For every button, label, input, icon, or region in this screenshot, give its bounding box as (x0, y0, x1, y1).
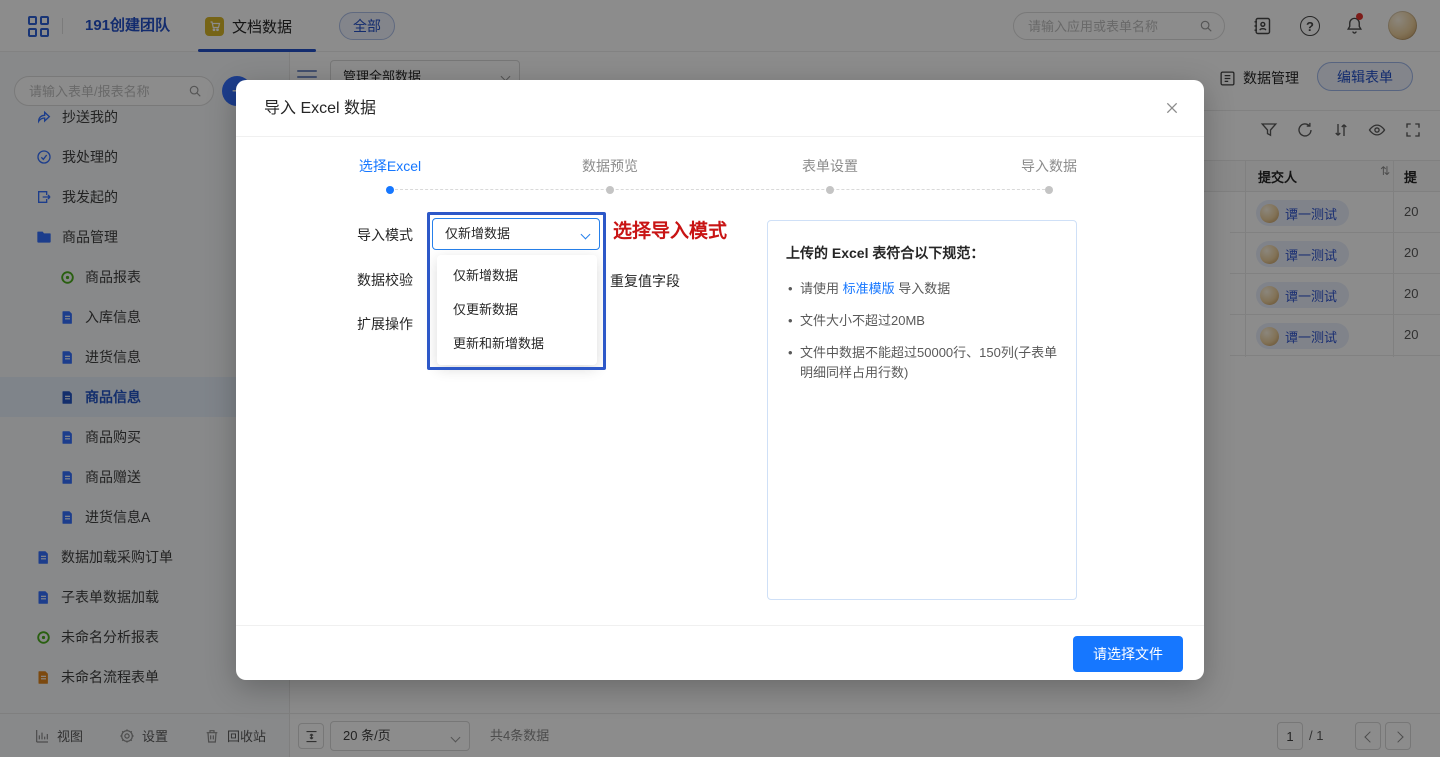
choose-file-button[interactable]: 请选择文件 (1073, 636, 1183, 672)
data-check-text-fragment: 重复值字段 (610, 271, 680, 291)
import-mode-value: 仅新增数据 (445, 226, 510, 241)
step-form-settings: 表单设置 (802, 156, 858, 176)
spec-item-limits: 文件中数据不能超过50000行、150列(子表单明细同样占用行数) (786, 343, 1058, 383)
step-dot-active (386, 186, 394, 194)
chevron-down-icon (581, 230, 591, 240)
import-mode-select[interactable]: 仅新增数据 (432, 218, 600, 250)
upload-specs-panel: 上传的 Excel 表符合以下规范： 请使用 标准模版 导入数据 文件大小不超过… (767, 220, 1077, 600)
close-icon[interactable] (1164, 100, 1180, 116)
spec-text: 请使用 (800, 281, 843, 296)
spec-text: 导入数据 (895, 281, 951, 296)
step-import-data: 导入数据 (1021, 156, 1077, 176)
import-mode-dropdown: 仅新增数据 仅更新数据 更新和新增数据 (437, 255, 597, 365)
modal-title: 导入 Excel 数据 (264, 80, 376, 137)
import-excel-modal: 导入 Excel 数据 选择Excel 数据预览 表单设置 导入数据 导入模式 … (236, 80, 1204, 680)
extend-ops-label: 扩展操作 (357, 314, 413, 334)
option-insert-only[interactable]: 仅新增数据 (437, 259, 597, 293)
spec-item-template: 请使用 标准模版 导入数据 (786, 279, 1058, 299)
modal-footer: 请选择文件 (236, 625, 1204, 680)
standard-template-link[interactable]: 标准模版 (843, 281, 895, 296)
import-mode-label: 导入模式 (357, 225, 413, 245)
stepper-line (390, 189, 1050, 190)
option-update-only[interactable]: 仅更新数据 (437, 293, 597, 327)
annotation-text: 选择导入模式 (613, 216, 727, 243)
step-data-preview: 数据预览 (582, 156, 638, 176)
step-select-excel: 选择Excel (359, 156, 421, 176)
modal-header: 导入 Excel 数据 (236, 80, 1204, 137)
step-dot (606, 186, 614, 194)
specs-title: 上传的 Excel 表符合以下规范： (786, 243, 1058, 263)
option-update-and-insert[interactable]: 更新和新增数据 (437, 327, 597, 361)
step-dot (826, 186, 834, 194)
data-check-label: 数据校验 (357, 270, 413, 290)
step-dot (1045, 186, 1053, 194)
spec-item-filesize: 文件大小不超过20MB (786, 311, 1058, 331)
